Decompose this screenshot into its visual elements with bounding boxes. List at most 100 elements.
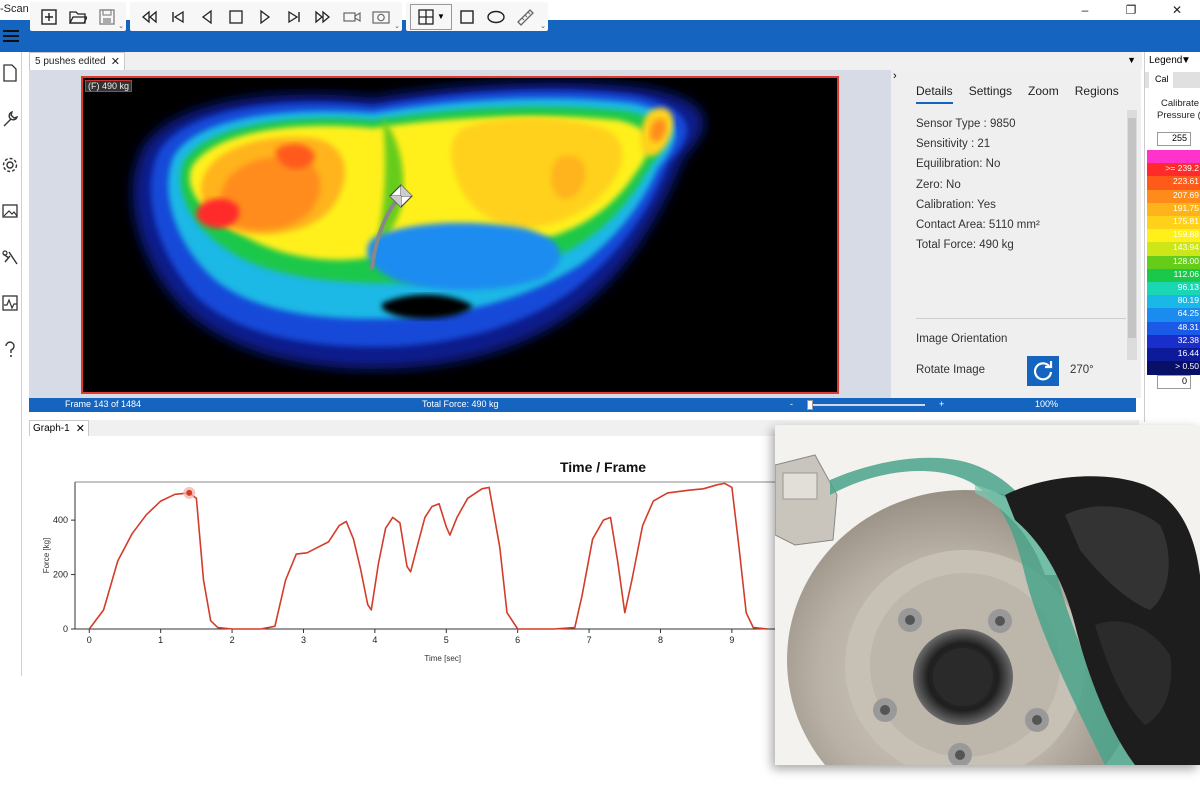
force-tag: (F) 490 kg [85,80,133,92]
close-button[interactable]: ✕ [1154,0,1200,20]
force-time-graph[interactable]: Time / Frame 0 200 400 0 1 2 3 4 5 6 7 8 9 Time [sec] F… [29,436,789,676]
graph-tab-label: Graph-1 [33,423,70,434]
sidebar-help-button[interactable] [0,336,20,362]
video-button[interactable] [337,4,366,30]
legend-min-input[interactable]: 0 [1157,375,1191,389]
x-tick-label: 3 [301,635,306,645]
legend-band [1147,150,1200,164]
chart-title: Time / Frame [560,459,646,475]
video-icon [342,11,361,22]
status-bar: Frame 143 of 1484 Total Force: 490 kg - … [29,398,1136,412]
last-frame-button[interactable] [279,4,308,30]
zoom-out-button[interactable]: - [790,399,793,409]
pin-icon[interactable]: ▼ [1127,55,1136,65]
legend-band: > 0.50 [1147,361,1200,375]
new-button[interactable] [34,4,63,30]
open-folder-icon [68,10,87,24]
sensitivity: Sensitivity : 21 [916,138,991,150]
legend-band: 112.06 [1147,268,1200,283]
maximize-button[interactable]: ❐ [1108,0,1154,20]
legend-band: 223.61 [1147,176,1200,191]
collapse-panel-icon[interactable]: › [893,70,897,82]
close-tab-icon[interactable]: ✕ [111,55,120,68]
toolbar-grip-icon: ⌄ [394,23,400,30]
minimize-button[interactable]: – [1062,0,1108,20]
zoom-slider-thumb[interactable] [807,400,813,410]
rectangle-icon [459,9,474,24]
legend-band: 80.19 [1147,295,1200,309]
save-button[interactable] [92,4,121,30]
scrollbar-thumb[interactable] [1128,118,1136,338]
sidebar-settings-button[interactable] [0,152,20,178]
save-icon [98,8,115,25]
snapshot-button[interactable] [366,4,395,30]
zoom-slider-track[interactable] [809,404,925,406]
rewind-button[interactable] [134,4,163,30]
legend-band: 175.81 [1147,216,1200,230]
sidebar-tools-button[interactable] [0,106,20,132]
previous-frame-button[interactable] [192,4,221,30]
open-button[interactable] [63,4,92,30]
legend-band: 207.69 [1147,189,1200,204]
pressure-map-viewport[interactable]: (F) 490 kg [29,70,891,398]
grid-icon [418,8,434,25]
gear-icon [2,157,18,173]
toolbar-grip-icon: ⌄ [118,23,124,30]
tab-settings[interactable]: Settings [969,84,1012,104]
y-tick-label: 200 [53,570,68,580]
sidebar-document-button[interactable] [0,60,20,86]
sidebar-calibrate-button[interactable] [0,244,20,270]
rectangle-tool-button[interactable] [452,4,481,30]
image-orientation-label: Image Orientation [916,333,1008,345]
window-controls: – ❐ ✕ [1062,0,1200,20]
ruler-tool-button[interactable] [510,4,539,30]
tab-zoom[interactable]: Zoom [1028,84,1059,104]
sidebar-graph-button[interactable] [0,290,20,316]
play-button[interactable] [250,4,279,30]
close-tab-icon[interactable]: ✕ [76,422,85,435]
tab-details[interactable]: Details [916,84,953,104]
first-frame-button[interactable] [163,4,192,30]
last-frame-icon [287,10,300,23]
chevron-down-icon: ▼ [437,12,445,21]
rotation-value: 270° [1070,364,1094,376]
pressure-heatmap[interactable]: (F) 490 kg [81,76,839,394]
contact-area: Contact Area: 5110 mm² [916,219,1040,231]
tab-cal[interactable]: Cal [1149,72,1173,88]
grid-dropdown-button[interactable]: ▼ [410,3,452,30]
zoom-in-button[interactable]: + [939,399,944,409]
pin-icon[interactable]: ▼ [1181,55,1191,66]
x-tick-label: 8 [658,635,663,645]
legend-band: 143.94 [1147,242,1200,257]
heatmap-image [132,82,704,369]
legend-band: 128.00 [1147,255,1200,270]
x-tick-label: 6 [515,635,520,645]
fast-forward-icon [314,10,330,23]
rotate-image-label: Rotate Image [916,364,986,376]
details-tabs: Details Settings Zoom Regions [916,84,1135,104]
details-panel: › Details Settings Zoom Regions Sensor T… [891,70,1141,398]
legend-caption-line1: Calibrate [1161,98,1200,109]
help-icon [5,341,15,357]
brake-sensor-photo [775,425,1200,765]
details-scrollbar[interactable] [1127,110,1137,360]
stop-button[interactable] [221,4,250,30]
legend-max-input[interactable]: 255 [1157,132,1191,146]
menu-button[interactable] [0,22,22,50]
previous-frame-icon [201,9,212,24]
legend-band: 32.38 [1147,334,1200,349]
y-axis-label: Force [kg] [42,538,51,574]
total-force: Total Force: 490 kg [916,239,1014,251]
x-tick-label: 1 [158,635,163,645]
document-tab-label: 5 pushes edited [35,56,106,67]
ellipse-icon [486,10,505,23]
calibration-status: Calibration: Yes [916,199,996,211]
fast-forward-button[interactable] [308,4,337,30]
document-tab[interactable]: 5 pushes edited ✕ [29,52,125,70]
rotate-image-button[interactable] [1027,356,1059,386]
tab-regions[interactable]: Regions [1075,84,1119,104]
camera-icon [371,10,390,24]
sidebar-image-button[interactable] [0,198,20,224]
graph-tab[interactable]: Graph-1 ✕ [29,420,89,436]
ellipse-tool-button[interactable] [481,4,510,30]
